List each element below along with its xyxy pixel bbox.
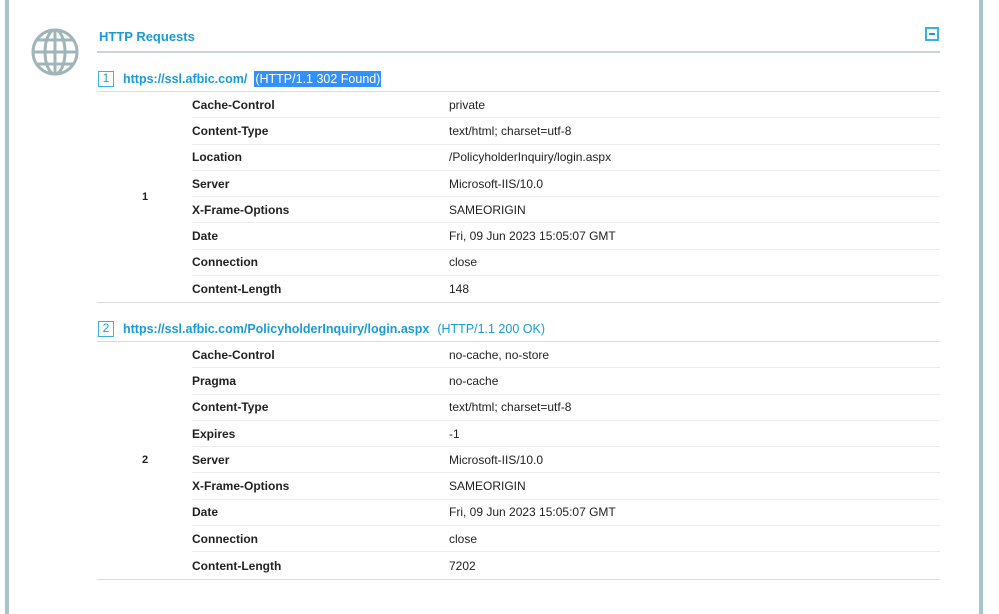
table-row: Content-Length 7202 [192, 552, 940, 578]
request-index: 1 [142, 191, 149, 204]
table-row: Cache-Control private [192, 92, 940, 119]
request-number-badge: 2 [98, 320, 114, 337]
divider [97, 51, 940, 53]
header-value: close [449, 255, 478, 270]
header-value: text/html; charset=utf-8 [449, 123, 572, 138]
table-row: Date Fri, 09 Jun 2023 15:05:07 GMT [192, 223, 940, 250]
header-value: SAMEORIGIN [449, 479, 526, 494]
right-border [979, 0, 983, 614]
header-name: Cache-Control [192, 97, 275, 112]
header-name: Content-Length [192, 558, 282, 573]
table-row: Content-Type text/html; charset=utf-8 [192, 395, 940, 421]
header-value: -1 [449, 426, 460, 441]
request-2: 2 https://ssl.afbic.com/PolicyholderInqu… [97, 316, 940, 580]
table-row: Content-Type text/html; charset=utf-8 [192, 118, 940, 145]
header-name: Pragma [192, 373, 237, 388]
header-name: Date [192, 505, 219, 520]
section-title: HTTP Requests [99, 29, 195, 44]
header-value: private [449, 97, 486, 112]
header-value: Microsoft-IIS/10.0 [449, 452, 544, 467]
table-row: Expires -1 [192, 421, 940, 448]
response-status: (HTTP/1.1 302 Found) [254, 70, 382, 87]
request-1: 1 https://ssl.afbic.com/ (HTTP/1.1 302 F… [97, 66, 940, 304]
headers-table: 1 Cache-Control private Content-Type text/ht… [97, 92, 940, 304]
table-row: Date Fri, 09 Jun 2023 15:05:07 GMT [192, 500, 940, 527]
header-value: no-cache, no-store [449, 347, 550, 362]
collapse-button[interactable] [925, 27, 939, 41]
header-value: no-cache [449, 373, 499, 388]
request-header: 1 https://ssl.afbic.com/ (HTTP/1.1 302 F… [97, 66, 940, 92]
header-value: 7202 [449, 558, 476, 573]
header-name: Connection [192, 531, 258, 546]
response-status: (HTTP/1.1 200 OK) [437, 321, 545, 336]
header-name: Date [192, 229, 219, 244]
table-row: Pragma no-cache [192, 368, 940, 395]
header-name: Server [192, 452, 230, 467]
header-name: X-Frame-Options [192, 202, 290, 217]
header-value: close [449, 531, 478, 546]
table-row: Cache-Control no-cache, no-store [192, 342, 940, 369]
header-name: Expires [192, 426, 236, 441]
header-value: 148 [449, 282, 470, 297]
header-name: Cache-Control [192, 347, 275, 362]
header-value: Fri, 09 Jun 2023 15:05:07 GMT [449, 505, 616, 520]
header-name: Content-Length [192, 282, 282, 297]
table-row: X-Frame-Options SAMEORIGIN [192, 197, 940, 224]
globe-icon [31, 28, 79, 76]
header-value: /PolicyholderInquiry/login.aspx [449, 150, 612, 165]
request-number-badge: 1 [98, 70, 114, 87]
request-index: 2 [142, 454, 149, 467]
header-value: SAMEORIGIN [449, 202, 526, 217]
header-name: Location [192, 150, 242, 165]
header-value: Microsoft-IIS/10.0 [449, 176, 544, 191]
table-row: Connection close [192, 250, 940, 277]
request-url-link[interactable]: https://ssl.afbic.com/ [123, 72, 247, 86]
header-name: Server [192, 176, 230, 191]
table-row: Connection close [192, 526, 940, 553]
header-value: text/html; charset=utf-8 [449, 400, 572, 415]
table-row: X-Frame-Options SAMEORIGIN [192, 473, 940, 500]
table-row: Server Microsoft-IIS/10.0 [192, 171, 940, 198]
table-row: Content-Length 148 [192, 276, 940, 302]
request-header: 2 https://ssl.afbic.com/PolicyholderInqu… [97, 316, 940, 342]
table-row: Server Microsoft-IIS/10.0 [192, 447, 940, 474]
table-row: Location/PolicyholderInquiry/login.aspx [192, 145, 940, 171]
header-name: Content-Type [192, 400, 269, 415]
headers-table: 2 Cache-Control no-cache, no-store Pragma no… [97, 342, 940, 580]
header-name: Connection [192, 255, 258, 270]
request-url-link[interactable]: https://ssl.afbic.com/PolicyholderInquir… [123, 322, 429, 336]
header-name: X-Frame-Options [192, 479, 290, 494]
left-border [5, 0, 9, 614]
header-value: Fri, 09 Jun 2023 15:05:07 GMT [449, 229, 616, 244]
header-name: Content-Type [192, 123, 269, 138]
